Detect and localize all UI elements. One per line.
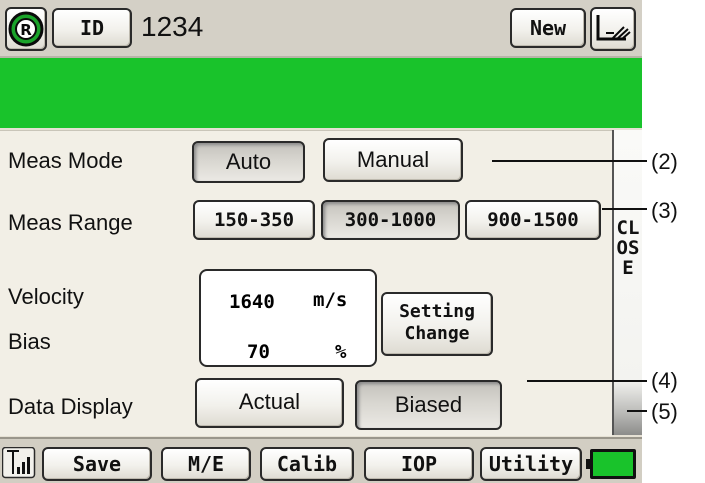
bias-unit: % [335,341,347,363]
data-display-label: Data Display [8,394,133,419]
range-900-1500-button[interactable]: 900-1500 [465,200,601,240]
velocity-unit: m/s [313,289,348,311]
setting-change-line2: Change [404,323,470,344]
callout-line-3 [602,208,647,210]
tab-save[interactable]: Save [42,447,152,481]
signal-strength-icon [2,447,36,479]
callout-line-4 [527,380,647,382]
meas-mode-auto-label: Auto [225,149,272,174]
new-button[interactable]: New [510,8,586,48]
callout-label-3: (3) [651,198,678,223]
range-300-1000-label: 300-1000 [344,209,437,231]
tab-iop[interactable]: IOP [364,447,474,481]
id-label: ID [79,16,105,40]
probe-tool-button[interactable] [590,7,636,51]
callout-line-2 [492,160,647,162]
close-button[interactable]: CLOSE [612,130,642,435]
range-900-1500-label: 900-1500 [487,209,579,231]
range-300-1000-button[interactable]: 300-1000 [321,200,460,240]
top-bar: R ID 1234 New [0,0,642,58]
logo-button[interactable]: R [5,7,47,51]
tab-me[interactable]: M/E [161,447,251,481]
meas-mode-auto-button[interactable]: Auto [192,141,305,183]
r-logo-icon: R [8,11,44,47]
callout-label-4: (4) [651,368,678,393]
callout-line-5 [627,410,647,412]
data-display-biased-label: Biased [394,392,463,417]
callout-label-5: (5) [651,399,678,424]
new-label: New [529,16,567,40]
bias-value: 70 [247,341,270,363]
meas-range-label: Meas Range [8,210,133,235]
probe-tool-icon [596,15,631,41]
data-display-actual-button[interactable]: Actual [195,378,344,428]
tab-calib[interactable]: Calib [260,447,354,481]
close-label: CLOSE [616,217,640,279]
range-150-350-label: 150-350 [213,209,295,231]
device-screen: R ID 1234 New Meas Mode Auto Manual Meas… [0,0,642,483]
meas-mode-label: Meas Mode [8,148,123,173]
velocity-value: 1640 [229,291,275,313]
callout-label-2: (2) [651,149,678,174]
tab-calib-label: Calib [276,452,338,476]
range-150-350-button[interactable]: 150-350 [193,200,315,240]
id-button[interactable]: ID [52,8,132,48]
meas-mode-manual-button[interactable]: Manual [323,138,463,182]
tab-utility[interactable]: Utility [480,447,582,481]
id-value: 1234 [141,11,204,42]
tab-save-label: Save [72,452,122,476]
status-bar [0,58,642,128]
setting-change-line1: Setting [399,301,475,322]
data-display-biased-button[interactable]: Biased [355,380,502,430]
tab-iop-label: IOP [400,452,438,476]
bias-label: Bias [8,329,51,354]
velocity-bias-display: 1640 m/s 70 % [199,269,377,367]
tab-utility-label: Utility [488,452,574,476]
svg-text:R: R [20,21,32,39]
data-display-actual-label: Actual [238,389,301,414]
tab-me-label: M/E [187,452,225,476]
setting-change-button[interactable]: Setting Change [381,292,493,356]
battery-icon [586,449,636,479]
velocity-label: Velocity [8,284,84,309]
meas-mode-manual-label: Manual [356,147,430,172]
